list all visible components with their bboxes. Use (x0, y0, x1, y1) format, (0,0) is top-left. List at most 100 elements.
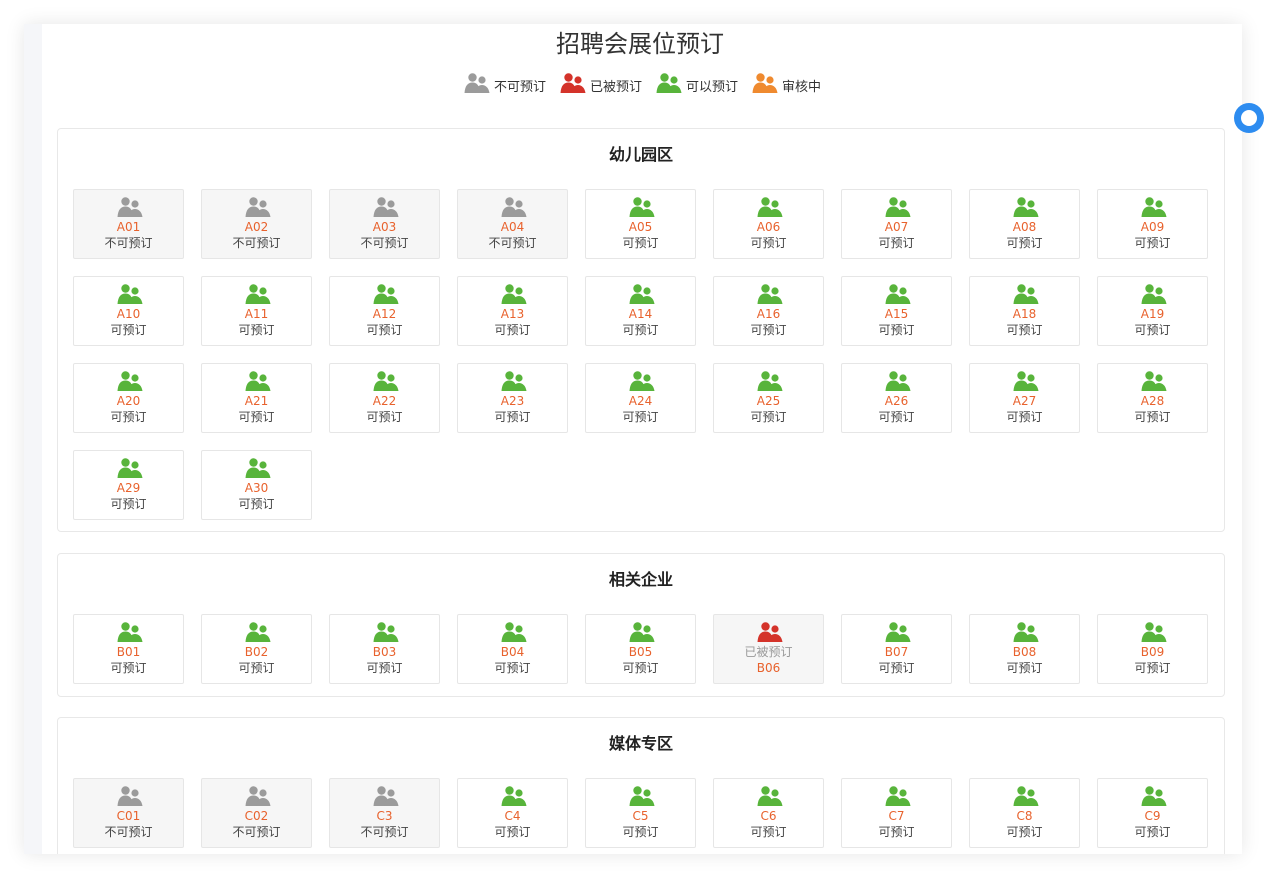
booth-code: A12 (372, 307, 397, 321)
booth-c7[interactable]: C7 可预订 (841, 778, 952, 848)
booth-c01: C01 不可预订 (73, 778, 184, 848)
booth-code: A10 (116, 307, 141, 321)
booth-code: C02 (244, 809, 269, 823)
booth-code: B02 (244, 645, 269, 659)
booth-c9[interactable]: C9 可预订 (1097, 778, 1208, 848)
booth-c8[interactable]: C8 可预订 (969, 778, 1080, 848)
booth-status: 可预订 (750, 323, 787, 337)
booth-status: 不可预订 (360, 236, 409, 250)
people-icon (464, 72, 490, 98)
booth-status: 不可预订 (488, 236, 537, 250)
booth-status: 可预订 (878, 236, 915, 250)
booth-status: 可预订 (1134, 236, 1171, 250)
booth-c4[interactable]: C4 可预订 (457, 778, 568, 848)
booth-a25[interactable]: A25 可预订 (713, 363, 824, 433)
people-icon (656, 72, 682, 98)
people-icon (560, 72, 586, 98)
legend-item-pending: 审核中 (752, 72, 821, 98)
booth-code: A29 (116, 481, 141, 495)
booth-status: 可预订 (1006, 825, 1043, 839)
booth-code: B07 (884, 645, 909, 659)
booth-b06: 已被预订 B06 (713, 614, 824, 684)
booth-a06[interactable]: A06 可预订 (713, 189, 824, 259)
booth-a10[interactable]: A10 可预订 (73, 276, 184, 346)
booth-code: A20 (116, 394, 141, 408)
booth-a16[interactable]: A16 可预订 (713, 276, 824, 346)
booth-b03[interactable]: B03 可预订 (329, 614, 440, 684)
booth-code: A07 (884, 220, 909, 234)
booth-a09[interactable]: A09 可预订 (1097, 189, 1208, 259)
booth-status: 可预订 (238, 661, 275, 675)
booth-code: B04 (500, 645, 525, 659)
booth-a15[interactable]: A15 可预订 (841, 276, 952, 346)
booth-a18[interactable]: A18 可预订 (969, 276, 1080, 346)
booth-a05[interactable]: A05 可预订 (585, 189, 696, 259)
booth-status: 可预订 (110, 323, 147, 337)
booth-b05[interactable]: B05 可预订 (585, 614, 696, 684)
booth-code: A21 (244, 394, 269, 408)
legend: 不可预订 已被预订 可以预订 审核中 (464, 72, 821, 98)
booth-b02[interactable]: B02 可预订 (201, 614, 312, 684)
booth-status: 可预订 (622, 825, 659, 839)
booth-code: A03 (372, 220, 397, 234)
booth-status: 可预订 (878, 323, 915, 337)
booth-code: A30 (244, 481, 269, 495)
booth-code: B08 (1012, 645, 1037, 659)
panel-left-strip (24, 24, 42, 854)
booth-a07[interactable]: A07 可预订 (841, 189, 952, 259)
booth-c5[interactable]: C5 可预订 (585, 778, 696, 848)
booth-status: 可预订 (238, 323, 275, 337)
booth-b04[interactable]: B04 可预订 (457, 614, 568, 684)
booth-a08[interactable]: A08 可预订 (969, 189, 1080, 259)
booth-status: 可预订 (494, 410, 531, 424)
booth-a02: A02 不可预订 (201, 189, 312, 259)
booking-panel: 招聘会展位预订 不可预订 已被预订 可以预订 审核中 幼儿园区 A01 不可预订 A02 不… (24, 24, 1242, 854)
booth-a11[interactable]: A11 可预订 (201, 276, 312, 346)
booth-a30[interactable]: A30 可预订 (201, 450, 312, 520)
booth-a14[interactable]: A14 可预订 (585, 276, 696, 346)
booth-c3: C3 不可预订 (329, 778, 440, 848)
booth-a27[interactable]: A27 可预订 (969, 363, 1080, 433)
booth-status: 可预订 (1006, 410, 1043, 424)
booth-code: C01 (116, 809, 141, 823)
booth-a20[interactable]: A20 可预订 (73, 363, 184, 433)
side-float-button[interactable] (1234, 103, 1264, 133)
booth-a24[interactable]: A24 可预订 (585, 363, 696, 433)
booth-a28[interactable]: A28 可预订 (1097, 363, 1208, 433)
section-title: 幼儿园区 (608, 145, 673, 164)
booth-status: 可预订 (750, 236, 787, 250)
booth-code: A02 (244, 220, 269, 234)
booth-b07[interactable]: B07 可预订 (841, 614, 952, 684)
booth-status: 不可预订 (104, 825, 153, 839)
booth-b08[interactable]: B08 可预订 (969, 614, 1080, 684)
booth-code: A06 (756, 220, 781, 234)
booth-c6[interactable]: C6 可预订 (713, 778, 824, 848)
booth-code: C9 (1144, 809, 1161, 823)
booth-a26[interactable]: A26 可预订 (841, 363, 952, 433)
booth-a12[interactable]: A12 可预订 (329, 276, 440, 346)
booth-status: 可预订 (110, 497, 147, 511)
booth-code: B06 (756, 661, 781, 675)
booth-code: A13 (500, 307, 525, 321)
legend-label: 已被预订 (590, 79, 643, 95)
booth-status: 可预订 (1006, 323, 1043, 337)
booth-a29[interactable]: A29 可预订 (73, 450, 184, 520)
booth-status: 可预订 (878, 661, 915, 675)
booth-a22[interactable]: A22 可预订 (329, 363, 440, 433)
booth-status: 可预订 (622, 323, 659, 337)
booth-status: 可预订 (622, 236, 659, 250)
booth-a21[interactable]: A21 可预订 (201, 363, 312, 433)
booth-code: C5 (632, 809, 649, 823)
booth-code: B05 (628, 645, 653, 659)
booth-code: A08 (1012, 220, 1037, 234)
booth-code: C4 (504, 809, 521, 823)
booth-b09[interactable]: B09 可预订 (1097, 614, 1208, 684)
booth-code: A27 (1012, 394, 1037, 408)
booth-a19[interactable]: A19 可预订 (1097, 276, 1208, 346)
booth-b01[interactable]: B01 可预订 (73, 614, 184, 684)
booth-code: A25 (756, 394, 781, 408)
booth-a13[interactable]: A13 可预订 (457, 276, 568, 346)
booth-status: 可预订 (366, 323, 403, 337)
booth-a23[interactable]: A23 可预订 (457, 363, 568, 433)
booth-status: 可预订 (366, 410, 403, 424)
